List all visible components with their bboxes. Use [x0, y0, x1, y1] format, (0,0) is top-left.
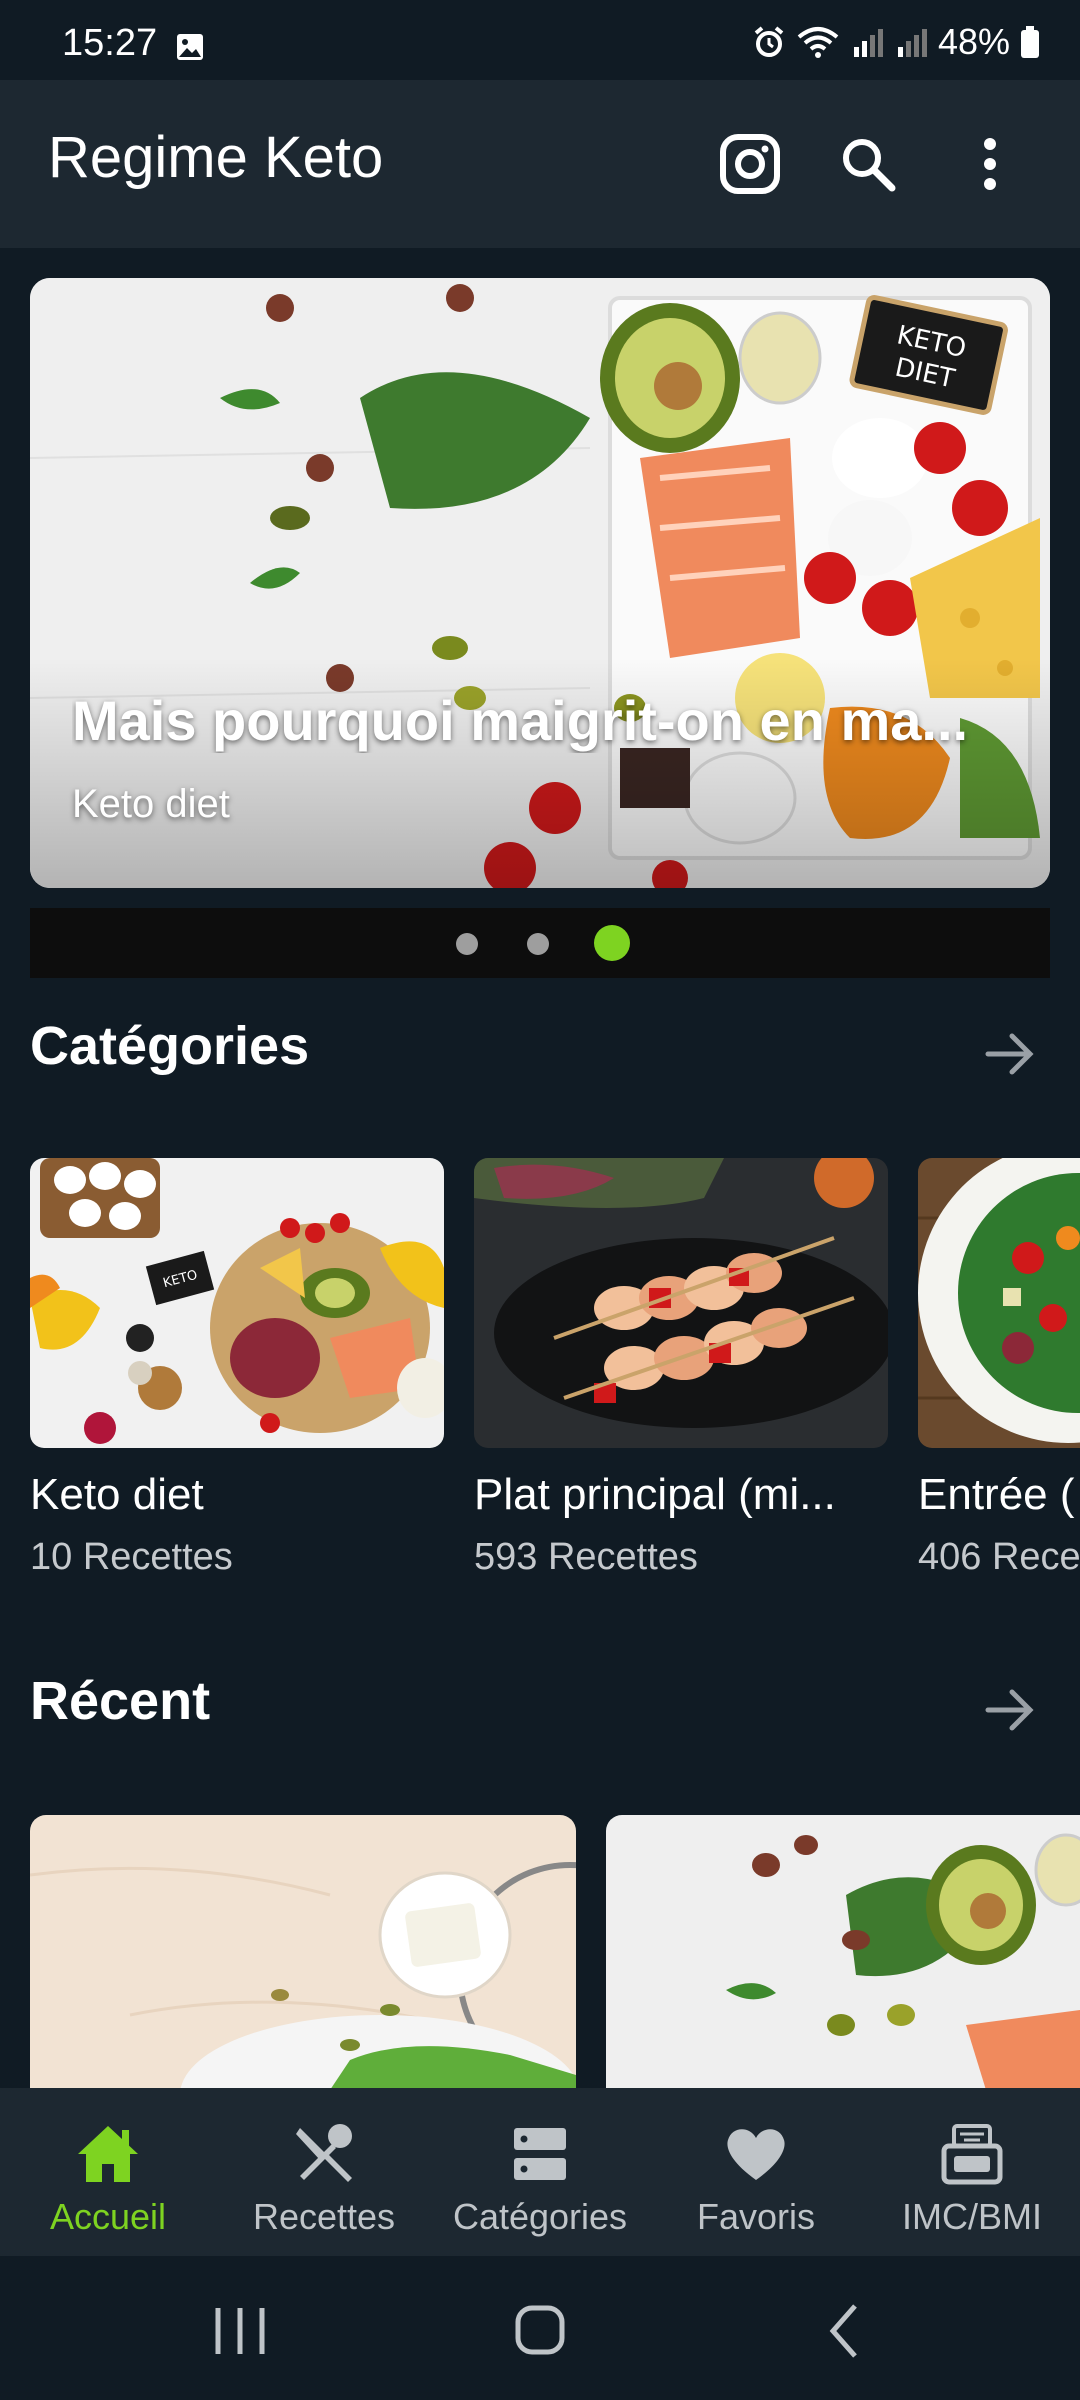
featured-banner[interactable]: KETO DIET Mais pourquoi maigrit-on en ma… [30, 278, 1050, 888]
category-count: 406 Recettes [918, 1536, 1080, 1578]
banner-subtitle: Keto diet [72, 782, 230, 826]
category-card[interactable]: KETO Keto diet 10 Recettes [30, 1158, 444, 1579]
nav-categories[interactable]: Catégories [432, 2088, 648, 2256]
signal-icon-2 [897, 29, 927, 57]
instagram-button[interactable] [714, 128, 786, 200]
nav-imc-bmi[interactable]: IMC/BMI [864, 2088, 1080, 2256]
scale-icon [941, 2124, 1003, 2185]
categories-heading: Catégories [30, 1016, 310, 1076]
banner-title: Mais pourquoi maigrit-on en ma... [72, 689, 969, 752]
category-count: 10 Recettes [30, 1536, 233, 1578]
more-options-button[interactable] [954, 128, 1026, 200]
app-title: Regime Keto [48, 125, 384, 190]
home-button-icon[interactable] [500, 2296, 580, 2366]
heart-icon [727, 2129, 785, 2180]
recent-recipe-image [30, 1815, 576, 2090]
battery-percentage: 48% [937, 21, 1010, 62]
battery-icon [1021, 26, 1039, 58]
banner-pager [30, 908, 1050, 978]
pager-dot-2[interactable] [527, 933, 549, 955]
nav-accueil[interactable]: Accueil [0, 2088, 216, 2256]
nav-favoris[interactable]: Favoris [648, 2088, 864, 2256]
categories-icon [514, 2128, 566, 2180]
back-icon[interactable] [805, 2296, 885, 2366]
category-card[interactable]: Entrée ( 406 Recettes [918, 1158, 1080, 1579]
category-image: KETO [30, 1158, 444, 1448]
nav-label: Favoris [696, 2196, 816, 2237]
alarm-icon [754, 26, 784, 57]
pager-dot-3-active[interactable] [594, 925, 630, 961]
bottom-navigation: Accueil Recettes Catégories Favoris IMC/… [0, 2088, 1080, 2256]
app-bar: Regime Keto [0, 80, 1080, 248]
recent-see-all-arrow-icon[interactable] [980, 1680, 1040, 1740]
category-count: 593 Recettes [474, 1536, 698, 1578]
nav-recettes[interactable]: Recettes [216, 2088, 432, 2256]
category-name: Plat principal (mi... [474, 1470, 836, 1519]
status-icons: 48% [752, 20, 1040, 64]
recent-recipe-image [606, 1815, 1080, 2090]
status-bar: 15:27 48% [0, 0, 1080, 80]
nav-label: Accueil [49, 2196, 167, 2237]
signal-icon [853, 29, 883, 57]
recent-recipe-card[interactable] [30, 1815, 576, 2090]
category-name: Keto diet [30, 1470, 204, 1519]
category-card[interactable]: Plat principal (mi... 593 Recettes [474, 1158, 888, 1579]
nav-label: Recettes [252, 2196, 396, 2237]
category-image [918, 1158, 1080, 1448]
category-image [474, 1158, 888, 1448]
category-name: Entrée ( [918, 1470, 1075, 1519]
status-time: 15:27 [62, 22, 158, 64]
gallery-notification-icon [177, 34, 203, 60]
wifi-icon [797, 27, 839, 58]
search-button[interactable] [832, 128, 904, 200]
recent-recipe-card[interactable] [606, 1815, 1080, 2090]
recent-heading: Récent [30, 1671, 211, 1731]
search-icon [843, 139, 896, 192]
instagram-icon [720, 134, 780, 194]
pager-dot-1[interactable] [456, 933, 478, 955]
nav-label: IMC/BMI [902, 2196, 1042, 2237]
categories-see-all-arrow-icon[interactable] [980, 1024, 1040, 1084]
home-icon [78, 2126, 138, 2182]
system-navigation-bar [0, 2256, 1080, 2400]
recent-apps-icon[interactable] [200, 2296, 280, 2366]
cutlery-icon [296, 2124, 352, 2182]
more-vert-icon [984, 138, 996, 190]
nav-label: Catégories [452, 2196, 628, 2237]
